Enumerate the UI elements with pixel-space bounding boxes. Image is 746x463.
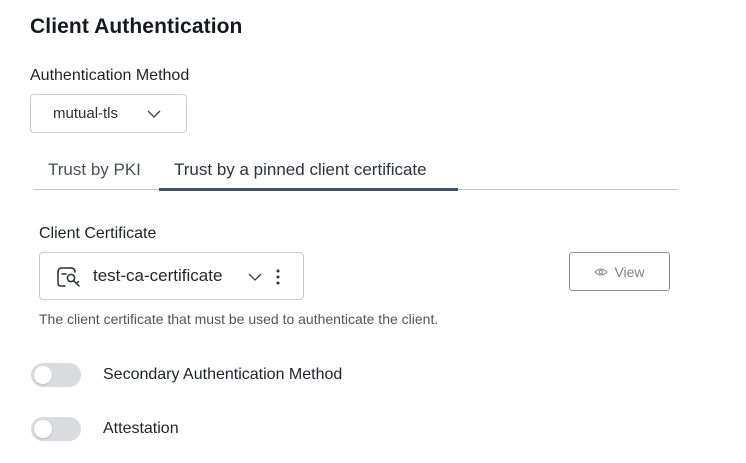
toggle-knob xyxy=(34,366,52,384)
chevron-down-icon xyxy=(147,110,161,118)
secondary-authentication-label: Secondary Authentication Method xyxy=(103,366,343,383)
eye-icon xyxy=(594,267,609,276)
authentication-method-select[interactable]: mutual-tls xyxy=(30,94,187,133)
certificate-icon xyxy=(57,267,80,287)
authentication-method-label: Authentication Method xyxy=(30,67,190,84)
view-button-label: View xyxy=(614,263,645,280)
section-title: Client Authentication xyxy=(30,15,243,38)
tab-trust-by-pinned-certificate[interactable]: Trust by a pinned client certificate xyxy=(159,150,458,191)
tab-trust-by-pki[interactable]: Trust by PKI xyxy=(33,150,158,189)
view-button[interactable]: View xyxy=(569,252,670,291)
kebab-menu-icon[interactable] xyxy=(273,267,283,287)
client-certificate-help-text: The client certificate that must be used… xyxy=(39,311,439,327)
chevron-down-icon xyxy=(248,273,262,281)
client-certificate-select[interactable]: test-ca-certificate xyxy=(39,252,304,300)
toggle-knob xyxy=(34,420,52,438)
authentication-method-value: mutual-tls xyxy=(53,105,119,122)
client-certificate-value: test-ca-certificate xyxy=(93,266,223,285)
secondary-authentication-toggle[interactable] xyxy=(31,363,81,387)
client-certificate-label: Client Certificate xyxy=(39,225,157,242)
attestation-label: Attestation xyxy=(103,420,179,437)
attestation-toggle[interactable] xyxy=(31,417,81,441)
trust-tabs: Trust by PKI Trust by a pinned client ce… xyxy=(33,150,678,191)
